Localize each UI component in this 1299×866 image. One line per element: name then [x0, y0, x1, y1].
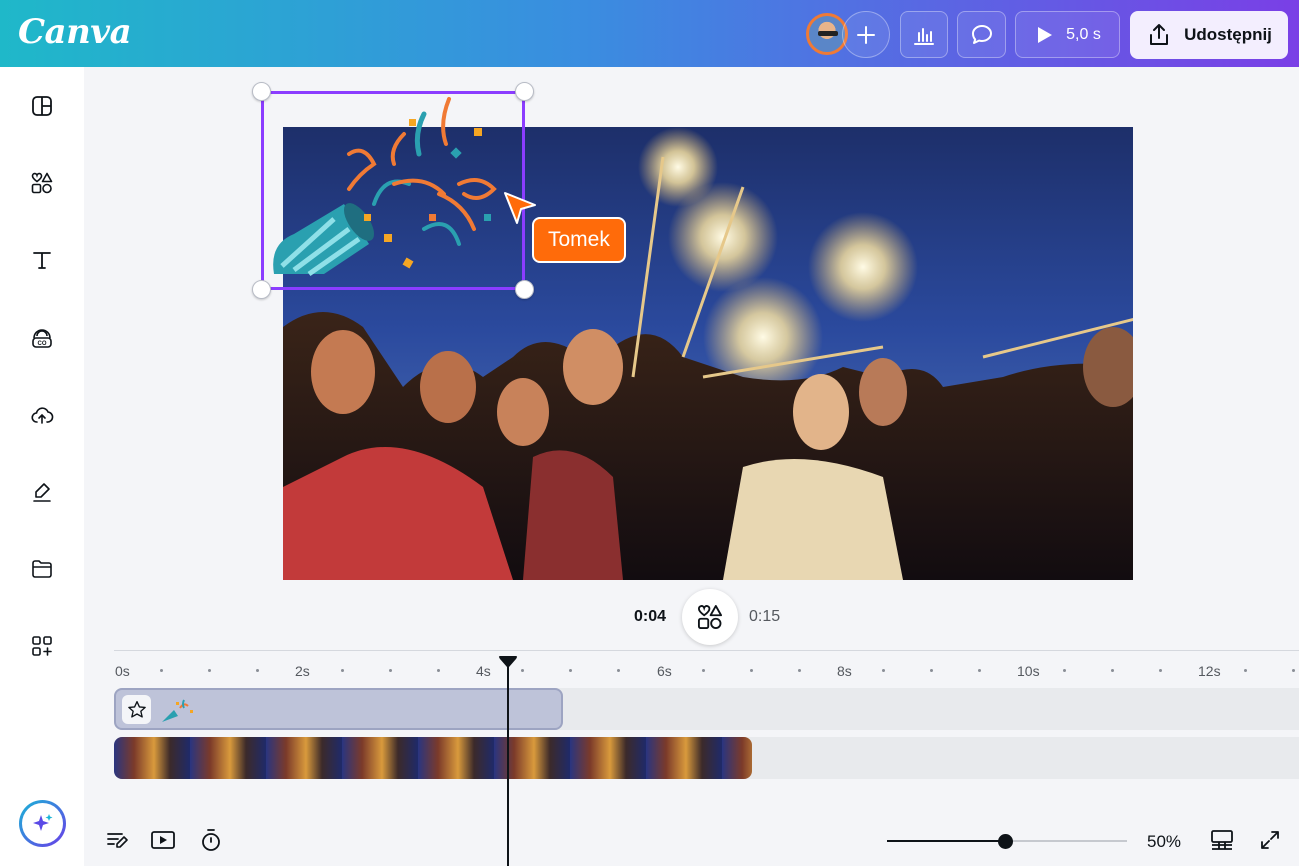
- add-collaborator-button[interactable]: [842, 11, 890, 58]
- elements-icon[interactable]: [29, 170, 55, 196]
- left-sidebar: CO: [0, 67, 84, 866]
- projects-icon[interactable]: [29, 556, 55, 582]
- zoom-slider-fill: [887, 840, 1005, 842]
- magic-ai-button[interactable]: [19, 800, 66, 847]
- tick-dot: [750, 669, 753, 672]
- tick-label: 10s: [1017, 663, 1040, 679]
- collaborator-cursor-icon: [504, 192, 536, 224]
- play-preview-button[interactable]: 5,0 s: [1015, 11, 1120, 58]
- tick-dot: [930, 669, 933, 672]
- canva-logo[interactable]: Canva: [18, 12, 132, 52]
- tick-dot: [978, 669, 981, 672]
- tick-dot: [798, 669, 801, 672]
- add-elements-button[interactable]: [682, 589, 738, 645]
- share-upload-icon: [1150, 24, 1169, 45]
- resize-handle-bottom-left[interactable]: [252, 280, 271, 299]
- confetti-thumbnail-icon: [162, 699, 193, 722]
- svg-text:CO: CO: [38, 341, 47, 347]
- share-label: Udostępnij: [1184, 25, 1272, 44]
- zoom-slider-knob[interactable]: [997, 834, 1013, 849]
- tick-dot: [1244, 669, 1247, 672]
- plus-icon: [857, 25, 875, 44]
- timer-icon[interactable]: [197, 826, 225, 854]
- tick-label: 6s: [657, 663, 672, 679]
- comment-button[interactable]: [957, 11, 1006, 58]
- apps-icon[interactable]: [29, 633, 55, 659]
- collaborator-name-tag: Tomek: [532, 217, 626, 263]
- tick-dot: [617, 669, 620, 672]
- playhead-handle-icon[interactable]: [497, 654, 519, 670]
- resize-handle-bottom-right[interactable]: [515, 280, 534, 299]
- insights-button[interactable]: [900, 11, 948, 58]
- tick-label: 12s: [1198, 663, 1221, 679]
- tick-label: 8s: [837, 663, 852, 679]
- tick-dot: [702, 669, 705, 672]
- fullscreen-icon[interactable]: [1256, 826, 1284, 854]
- notes-icon[interactable]: [103, 826, 131, 854]
- zoom-level[interactable]: 50%: [1147, 832, 1181, 852]
- tick-label: 0s: [115, 663, 130, 679]
- tick-dot: [256, 669, 259, 672]
- tick-dot: [1292, 669, 1295, 672]
- tick-label: 4s: [476, 663, 491, 679]
- video-clip[interactable]: [114, 737, 752, 779]
- tick-dot: [1063, 669, 1066, 672]
- tick-dot: [1159, 669, 1162, 672]
- sticker-clip[interactable]: [114, 688, 563, 730]
- tick-label: 2s: [295, 663, 310, 679]
- elements-icon: [697, 604, 723, 630]
- grid-view-icon[interactable]: [1208, 826, 1236, 854]
- text-icon[interactable]: [29, 247, 55, 273]
- current-time: 0:04: [634, 608, 667, 625]
- layout-icon[interactable]: [29, 93, 55, 119]
- tick-dot: [389, 669, 392, 672]
- top-bar: Canva 5,0 s Udostępnij: [0, 0, 1299, 67]
- tick-dot: [341, 669, 344, 672]
- comment-icon: [971, 24, 992, 44]
- tick-dot: [437, 669, 440, 672]
- share-button[interactable]: Udostępnij: [1130, 11, 1288, 59]
- play-icon: [1038, 26, 1053, 43]
- tick-dot: [569, 669, 572, 672]
- tick-dot: [160, 669, 163, 672]
- tick-dot: [1111, 669, 1114, 672]
- resize-handle-top-right[interactable]: [515, 82, 534, 101]
- bar-chart-icon: [914, 27, 934, 45]
- selection-box[interactable]: [261, 91, 525, 290]
- brand-icon[interactable]: CO: [29, 325, 55, 351]
- present-icon[interactable]: [149, 826, 177, 854]
- timeline-ruler: [114, 650, 1299, 651]
- play-duration: 5,0 s: [1066, 25, 1101, 43]
- uploads-icon[interactable]: [29, 402, 55, 428]
- animation-star-icon[interactable]: [122, 695, 151, 724]
- playhead[interactable]: [507, 660, 509, 866]
- tick-dot: [521, 669, 524, 672]
- tick-dot: [882, 669, 885, 672]
- tick-dot: [208, 669, 211, 672]
- total-time: 0:15: [749, 608, 781, 625]
- sparkle-icon: [32, 813, 52, 831]
- resize-handle-top-left[interactable]: [252, 82, 271, 101]
- draw-icon[interactable]: [29, 479, 55, 505]
